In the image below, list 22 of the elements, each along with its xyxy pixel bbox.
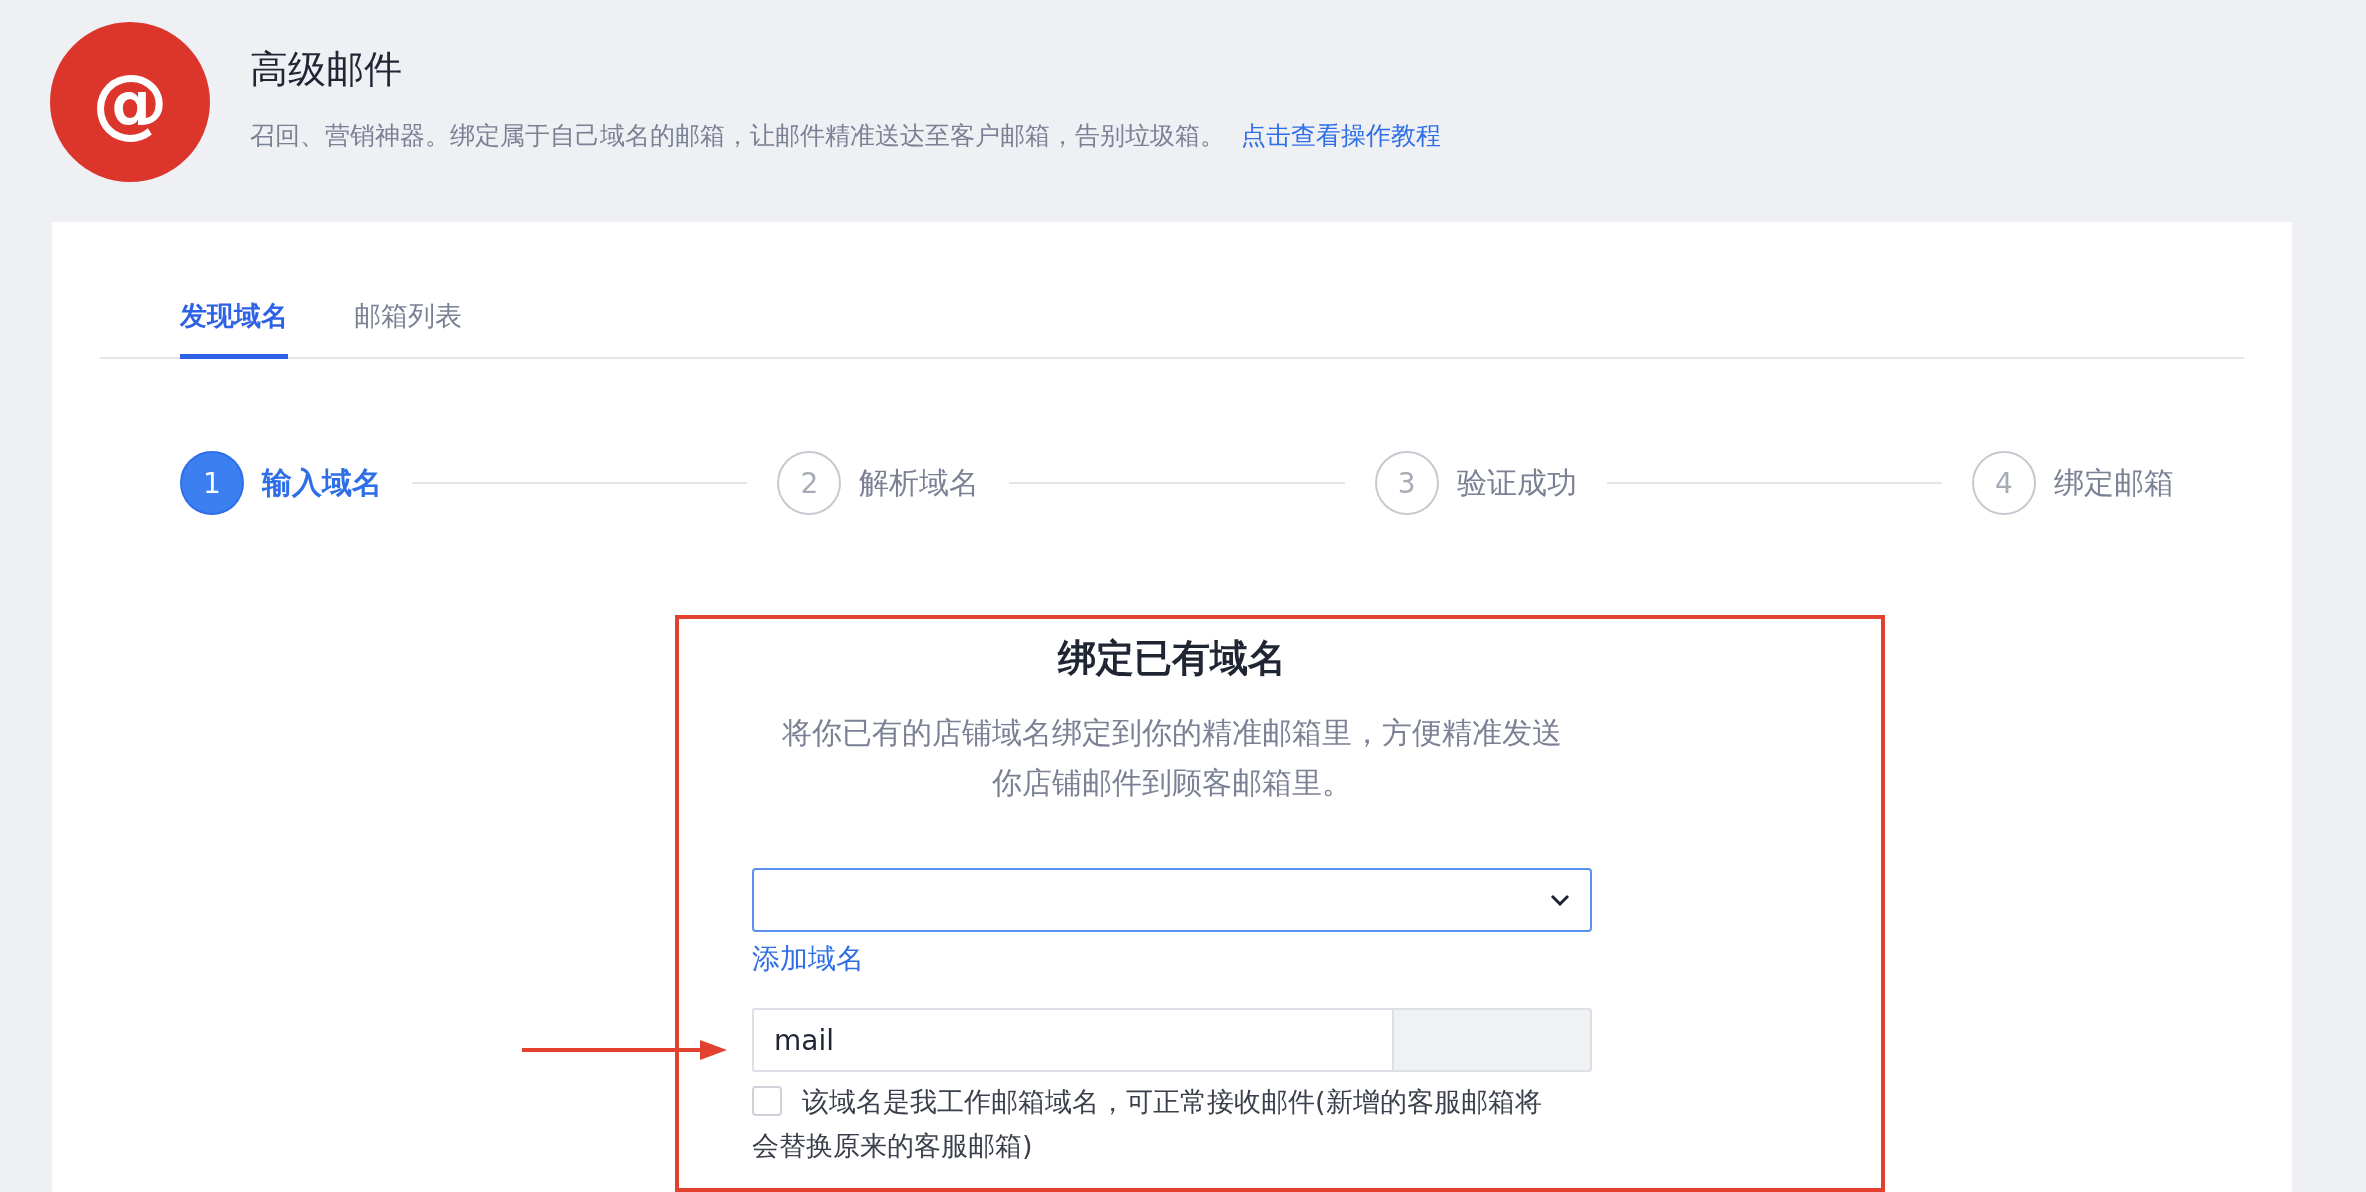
step-label: 绑定邮箱 — [2054, 463, 2174, 502]
step-number: 4 — [1972, 451, 2036, 515]
panel-description: 将你已有的店铺域名绑定到你的精准邮箱里，方便精准发送你店铺邮件到顾客邮箱里。 — [781, 714, 1563, 802]
add-domain-link[interactable]: 添加域名 — [752, 940, 864, 978]
checkbox[interactable] — [752, 1086, 782, 1116]
step-label: 验证成功 — [1456, 463, 1577, 502]
subdomain-input[interactable]: mail — [752, 1008, 1392, 1072]
tab[interactable]: 邮箱列表 — [354, 298, 462, 359]
at-sign-logo: @ — [50, 22, 210, 182]
step-label: 解析域名 — [859, 463, 980, 502]
step-number: 3 — [1374, 451, 1439, 515]
page-description: 召回、营销神器。绑定属于自己域名的邮箱，让邮件精准送达至客户邮箱，告别垃圾箱。 — [250, 120, 1225, 152]
tutorial-link[interactable]: 点击查看操作教程 — [1241, 119, 1441, 152]
domain-select[interactable] — [752, 868, 1592, 932]
checkbox-label: 该域名是我工作邮箱域名，可正常接收邮件(新增的客服邮箱将会替换原来的客服邮箱) — [752, 1085, 1542, 1163]
page-title: 高级邮件 — [250, 46, 403, 93]
step-number: 1 — [180, 451, 244, 515]
tab[interactable]: 发现域名 — [180, 298, 288, 359]
step-label: 输入域名 — [262, 463, 382, 502]
panel-title: 绑定已有域名 — [1058, 635, 1286, 682]
chevron-down-icon — [1550, 894, 1570, 906]
step-number: 2 — [777, 451, 842, 515]
